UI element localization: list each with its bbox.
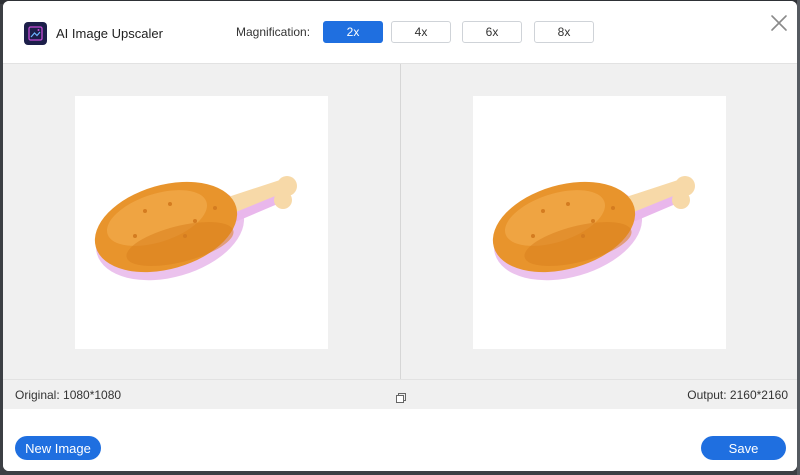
original-image bbox=[75, 96, 328, 349]
comparison-area bbox=[3, 63, 797, 380]
magnification-4x-button[interactable]: 4x bbox=[391, 21, 451, 43]
save-button[interactable]: Save bbox=[701, 436, 786, 460]
compare-divider bbox=[400, 64, 401, 380]
upscaler-dialog: AI Image Upscaler Magnification: 2x 4x 6… bbox=[3, 1, 797, 471]
compare-toggle-icon[interactable] bbox=[396, 390, 406, 403]
output-resolution-label: Output: 2160*2160 bbox=[687, 388, 788, 402]
close-icon[interactable] bbox=[769, 13, 789, 33]
resolution-info-bar: Original: 1080*1080 Output: 2160*2160 bbox=[3, 379, 797, 409]
magnification-2x-button[interactable]: 2x bbox=[323, 21, 383, 43]
dialog-header: AI Image Upscaler Magnification: 2x 4x 6… bbox=[3, 1, 797, 63]
magnification-8x-button[interactable]: 8x bbox=[534, 21, 594, 43]
original-resolution-label: Original: 1080*1080 bbox=[15, 388, 122, 402]
new-image-button[interactable]: New Image bbox=[15, 436, 101, 460]
output-image bbox=[473, 96, 726, 349]
dialog-footer: New Image Save bbox=[3, 409, 797, 471]
magnification-label: Magnification: bbox=[236, 25, 311, 39]
app-title: AI Image Upscaler bbox=[56, 26, 163, 41]
magnification-6x-button[interactable]: 6x bbox=[462, 21, 522, 43]
app-logo-icon bbox=[24, 22, 47, 45]
